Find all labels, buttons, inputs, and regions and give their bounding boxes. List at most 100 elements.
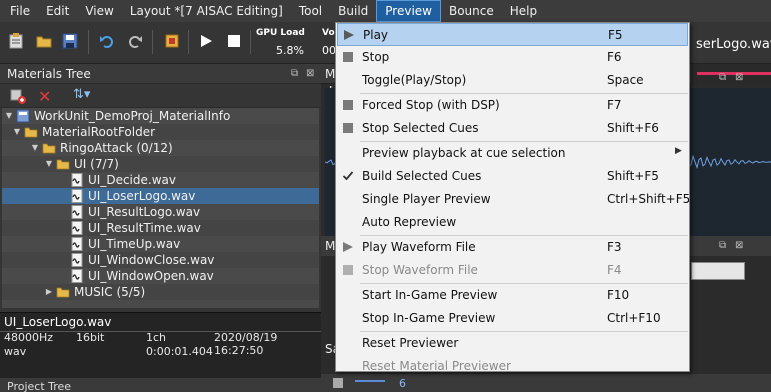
menu-layout-7-aisac-editing[interactable]: Layout *[7 AISAC Editing]: [122, 0, 291, 22]
menu-preview[interactable]: Preview: [376, 0, 441, 22]
menu-item-shortcut: F6: [607, 50, 622, 64]
menu-item-single-player-preview[interactable]: Single Player Preview Ctrl+Shift+F5: [337, 188, 690, 211]
menu-item-label: Play: [363, 28, 389, 42]
menu-build[interactable]: Build: [330, 0, 376, 22]
tree-item-label: UI_WindowOpen.wav: [88, 269, 214, 283]
workunit-icon: [16, 109, 30, 123]
tree-item-label: UI_ResultLogo.wav: [88, 205, 201, 219]
tree-item[interactable]: UI_ResultLogo.wav: [2, 204, 319, 220]
logo-filename: serLogo.wav: [696, 37, 771, 52]
tree-item[interactable]: ▶ MUSIC (5/5): [2, 284, 319, 300]
menu-item-label: Play Waveform File: [362, 240, 476, 254]
add-material-icon[interactable]: [10, 88, 26, 107]
menu-item-label: Stop: [362, 50, 390, 64]
tree-item[interactable]: ▼ MaterialRootFolder: [2, 124, 319, 140]
menu-item-build-selected-cues[interactable]: Build Selected Cues Shift+F5: [337, 165, 688, 188]
tree-item[interactable]: UI_Decide.wav: [2, 172, 319, 188]
folder-icon: [24, 125, 38, 139]
wave-file-icon: [70, 189, 84, 203]
voice-value: 00: [322, 44, 336, 57]
menu-item-label: Stop Waveform File: [362, 263, 478, 277]
menu-item-label: Reset Material Previewer: [362, 359, 511, 373]
tree-item[interactable]: UI_TimeUp.wav: [2, 236, 319, 252]
menu-tool[interactable]: Tool: [291, 0, 330, 22]
menu-item-toggle-play-stop[interactable]: Toggle(Play/Stop) Space: [337, 69, 688, 92]
tree-item[interactable]: UI_WindowOpen.wav: [2, 268, 319, 284]
menu-item-label: Single Player Preview: [362, 192, 491, 206]
menu-item-label: Forced Stop (with DSP): [362, 98, 500, 112]
expand-arrow-icon[interactable]: ▼: [4, 108, 14, 124]
project-tree-title: Project Tree: [0, 378, 321, 392]
menu-file[interactable]: File: [2, 0, 38, 22]
menu-item-forced-stop-with-dsp[interactable]: Forced Stop (with DSP) F7: [337, 94, 688, 117]
menu-edit[interactable]: Edit: [38, 0, 77, 22]
tree-item-label: MaterialRootFolder: [42, 125, 156, 139]
folder-icon: [42, 141, 56, 155]
clipboard-icon[interactable]: [6, 31, 26, 51]
menu-item-auto-repreview[interactable]: Auto Repreview: [337, 211, 688, 234]
gpu-load-label: GPU Load: [256, 28, 305, 38]
menu-bounce[interactable]: Bounce: [441, 0, 502, 22]
panel-close-icon[interactable]: ⊠: [735, 72, 743, 83]
menu-item-play[interactable]: Play F5: [337, 23, 688, 46]
save-icon[interactable]: [60, 31, 80, 51]
tree-item[interactable]: ▼ UI (7/7): [2, 156, 319, 172]
open-folder-icon[interactable]: [34, 31, 54, 51]
menu-item-stop-waveform-file: Stop Waveform File F4: [337, 259, 688, 282]
materials-tree: ▼ WorkUnit_DemoProj_MaterialInfo ▼ Material…: [2, 108, 319, 308]
menu-item-shortcut: Shift+F6: [607, 121, 659, 135]
expand-arrow-icon[interactable]: ▼: [12, 124, 22, 140]
tree-item-label: WorkUnit_DemoProj_MaterialInfo: [34, 109, 231, 123]
app-window: File Edit View Layout *[7 AISAC Editing] Too…: [0, 0, 771, 392]
folder-icon: [56, 285, 70, 299]
wave-file-icon: [70, 205, 84, 219]
menu-item-shortcut: F7: [607, 98, 622, 112]
value-field[interactable]: [691, 262, 745, 280]
panel-close-icon[interactable]: ⊠: [306, 68, 314, 79]
tree-item[interactable]: UI_LoserLogo.wav: [2, 188, 319, 204]
menu-item-start-in-game-preview[interactable]: Start In-Game Preview F10: [337, 284, 688, 307]
menu-item-stop-selected-cues[interactable]: Stop Selected Cues Shift+F6: [337, 117, 688, 140]
panel-float-icon[interactable]: ⧉: [719, 72, 726, 83]
bottom-bar: [355, 380, 385, 382]
menu-item-label: Auto Repreview: [362, 215, 457, 229]
menu-item-play-waveform-file[interactable]: Play Waveform File F3: [337, 236, 688, 259]
tree-item[interactable]: ▼ WorkUnit_DemoProj_MaterialInfo: [2, 108, 319, 124]
file-datetime: 2020/08/19 16:27:50: [214, 331, 278, 357]
toolbar-divider: [250, 30, 251, 54]
menu-item-label: Reset Previewer: [362, 336, 459, 350]
tree-item[interactable]: UI_ResultTime.wav: [2, 220, 319, 236]
delete-icon[interactable]: ✕: [38, 87, 51, 106]
menu-bar: File Edit View Layout *[7 AISAC Editing] Too…: [0, 0, 771, 22]
wave-file-icon: [70, 237, 84, 251]
build-icon[interactable]: [162, 31, 182, 51]
tree-item[interactable]: UI_WindowClose.wav: [2, 252, 319, 268]
stop-icon[interactable]: [224, 31, 244, 51]
menu-item-reset-material-previewer: Reset Material Previewer: [337, 355, 688, 378]
menu-item-label: Stop Selected Cues: [362, 121, 479, 135]
play-icon[interactable]: [196, 31, 216, 51]
sort-icon[interactable]: ⇅▾: [73, 87, 90, 102]
menu-item-preview-playback-at-cue-selection[interactable]: Preview playback at cue selection ▶: [337, 142, 688, 165]
tree-item-label: MUSIC (5/5): [74, 285, 146, 299]
voice-label: Vo: [322, 28, 335, 38]
menu-item-stop[interactable]: Stop F6: [337, 46, 688, 69]
panel-float-icon[interactable]: ⧉: [291, 68, 298, 79]
redo-icon[interactable]: [125, 31, 145, 51]
panel-float-icon[interactable]: ⧉: [719, 240, 726, 251]
menu-item-reset-previewer[interactable]: Reset Previewer: [337, 332, 688, 355]
bit-depth: 16bit: [76, 331, 105, 344]
menu-view[interactable]: View: [77, 0, 121, 22]
submenu-arrow-icon: ▶: [675, 146, 682, 156]
folder-icon: [56, 157, 70, 171]
menu-help[interactable]: Help: [502, 0, 545, 22]
material-name: UI_LoserLogo.wav: [4, 315, 112, 329]
expand-arrow-icon[interactable]: ▼: [44, 156, 54, 172]
expand-arrow-icon[interactable]: ▼: [30, 140, 40, 156]
collapse-arrow-icon[interactable]: ▶: [44, 284, 54, 300]
tree-item[interactable]: ▼ RingoAttack (0/12): [2, 140, 319, 156]
menu-item-stop-in-game-preview[interactable]: Stop In-Game Preview Ctrl+F10: [337, 307, 688, 330]
wave-file-icon: [70, 269, 84, 283]
undo-icon[interactable]: [97, 31, 117, 51]
panel-close-icon[interactable]: ⊠: [735, 240, 743, 251]
